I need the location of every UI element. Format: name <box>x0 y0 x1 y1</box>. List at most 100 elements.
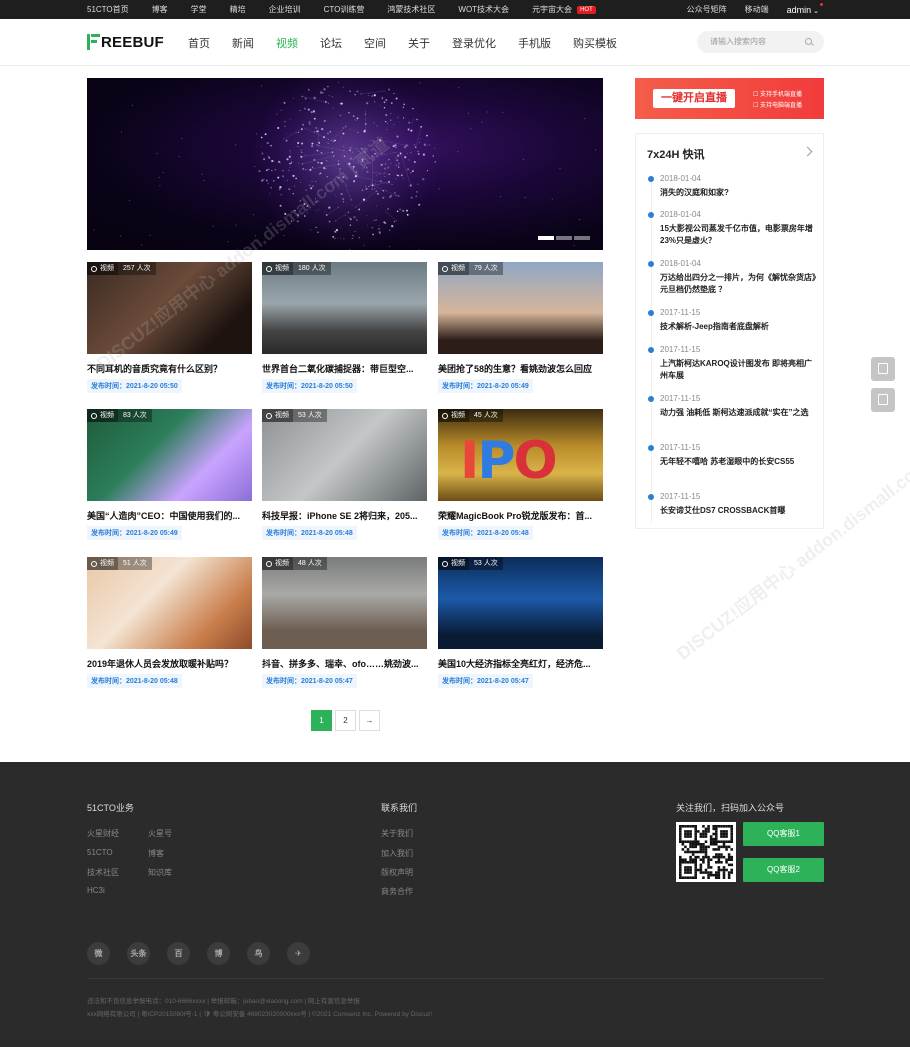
news-item[interactable]: 2017-11-15 无年轻不嘻哈 苏老湿眼中的长安CS55 <box>648 443 818 468</box>
nav-video[interactable]: 视频 <box>276 35 298 51</box>
video-thumbnail[interactable]: 视频 53 人次 <box>262 409 427 501</box>
top-link-metaverse[interactable]: 元宇宙大会 <box>532 4 572 15</box>
news-item[interactable]: 2018-01-04 万达给出四分之一排片，为何《解忧杂货店》元旦档仍然垫底 ？ <box>648 259 818 296</box>
news-title[interactable]: 技术解析-Jeep指南者底盘解析 <box>660 321 818 333</box>
news-date: 2017-11-15 <box>660 345 701 354</box>
news-item[interactable]: 2017-11-15 技术解析-Jeep指南者底盘解析 <box>648 308 818 333</box>
video-card[interactable]: 视频 180 人次 世界首台二氧化碳捕捉器：带巨型空... 发布时间：2021-… <box>262 262 427 393</box>
nav-login-opt[interactable]: 登录优化 <box>452 35 496 51</box>
footer-link[interactable]: 版权声明 <box>381 867 413 878</box>
footer-link[interactable]: 博客 <box>148 848 164 859</box>
top-link-academy[interactable]: 学堂 <box>191 4 207 15</box>
banner-dot[interactable] <box>556 236 572 240</box>
video-card[interactable]: 视频 45 人次 IPO 荣耀MagicBook Pro锐龙版发布：首... 发… <box>438 409 603 540</box>
video-title[interactable]: 科技早报：iPhone SE 2将归来，205... <box>262 509 427 521</box>
news-title[interactable]: 长安谛艾仕DS7 CROSSBACK首曝 <box>660 505 818 517</box>
video-thumbnail[interactable]: 视频 45 人次 IPO <box>438 409 603 501</box>
search-icon[interactable] <box>805 38 812 45</box>
qq-service-1-button[interactable]: QQ客服1 <box>743 822 824 846</box>
video-thumbnail[interactable]: 视频 51 人次 <box>87 557 252 649</box>
video-thumbnail[interactable]: 视频 48 人次 <box>262 557 427 649</box>
news-title[interactable]: 15大影视公司蒸发千亿市值，电影票房年增23%只是虚火？ <box>660 223 818 247</box>
nav-about[interactable]: 关于 <box>408 35 430 51</box>
search-input[interactable]: 请输入搜索内容 <box>697 31 824 53</box>
nav-news[interactable]: 新闻 <box>232 35 254 51</box>
top-link-mobile[interactable]: 移动端 <box>745 4 769 15</box>
footer-link[interactable]: 火星财经 <box>87 828 119 839</box>
nav-home[interactable]: 首页 <box>188 35 210 51</box>
qq-service-2-button[interactable]: QQ客服2 <box>743 858 824 882</box>
top-link-training[interactable]: 精培 <box>230 4 246 15</box>
news-title[interactable]: 上汽斯柯达KAROQ设计图发布 即将亮相广州车展 <box>660 358 818 382</box>
footer-link[interactable]: 商务合作 <box>381 886 413 897</box>
video-card[interactable]: 视频 48 人次 抖音、拼多多、瑞幸、ofo……姚劲波... 发布时间：2021… <box>262 557 427 688</box>
next-page-button[interactable]: → <box>359 710 380 731</box>
video-thumbnail[interactable]: 视频 83 人次 <box>87 409 252 501</box>
edit-icon[interactable] <box>871 357 895 381</box>
video-title[interactable]: 不同耳机的音质究竟有什么区别？ <box>87 362 252 374</box>
news-item[interactable]: 2017-11-15 动力强 油耗低 斯柯达速派成就“实在”之选 <box>648 394 818 419</box>
news-title[interactable]: 万达给出四分之一排片，为何《解忧杂货店》元旦档仍然垫底 ？ <box>660 272 818 296</box>
twitter-icon[interactable]: 鸟 <box>247 942 270 965</box>
video-title[interactable]: 2019年退休人员会发放取暖补贴吗？ <box>87 657 252 669</box>
news-item[interactable]: 2017-11-15 上汽斯柯达KAROQ设计图发布 即将亮相广州车展 <box>648 345 818 382</box>
top-link-harmony[interactable]: 鸿蒙技术社区 <box>387 4 435 15</box>
weibo-icon[interactable]: 博 <box>207 942 230 965</box>
top-link-enterprise[interactable]: 企业培训 <box>269 4 301 15</box>
hero-banner[interactable] <box>87 78 603 250</box>
footer-link[interactable]: HC3i <box>87 886 105 895</box>
video-thumbnail[interactable]: 视频 79 人次 <box>438 262 603 354</box>
news-item[interactable]: 2018-01-04 消失的汉庭和如家? <box>648 174 818 199</box>
top-link-wot[interactable]: WOT技术大会 <box>458 4 509 15</box>
news-item[interactable]: 2017-11-15 长安谛艾仕DS7 CROSSBACK首曝 <box>648 492 818 517</box>
video-card[interactable]: 视频 79 人次 美团抢了58的生意？看姚劲波怎么回应 发布时间：2021-8-… <box>438 262 603 393</box>
news-flash-panel: 7x24H 快讯 2018-01-04 消失的汉庭和如家? 2018-01-04… <box>635 133 824 529</box>
video-title[interactable]: 美国“人造肉”CEO：中国使用我们的... <box>87 509 252 521</box>
nav-buy-template[interactable]: 购买模板 <box>573 35 617 51</box>
footer-link[interactable]: 知识库 <box>148 867 172 878</box>
video-title[interactable]: 美国10大经济指标全亮红灯，经济危... <box>438 657 603 669</box>
user-menu[interactable]: admin ⌄ <box>787 2 824 15</box>
video-title[interactable]: 世界首台二氧化碳捕捉器：带巨型空... <box>262 362 427 374</box>
chevron-right-icon[interactable] <box>802 146 813 157</box>
footer-link[interactable]: 关于我们 <box>381 828 413 839</box>
video-card[interactable]: 视频 257 人次 不同耳机的音质究竟有什么区别？ 发布时间：2021-8-20… <box>87 262 252 393</box>
news-title[interactable]: 动力强 油耗低 斯柯达速派成就“实在”之选 <box>660 407 818 419</box>
page-1-button[interactable]: 1 <box>311 710 332 731</box>
live-stream-ad[interactable]: 一键开启直播 ☐ 支持手机端直播 ☐ 支持电脑端直播 <box>635 78 824 119</box>
footer-link[interactable]: 51CTO <box>87 848 113 857</box>
footer-link[interactable]: 加入我们 <box>381 848 413 859</box>
video-thumbnail[interactable]: 视频 257 人次 <box>87 262 252 354</box>
telegram-icon[interactable]: ✈ <box>287 942 310 965</box>
toutiao-icon[interactable]: 头条 <box>127 942 150 965</box>
live-stream-button[interactable]: 一键开启直播 <box>653 89 735 108</box>
news-title[interactable]: 消失的汉庭和如家? <box>660 187 818 199</box>
top-link-cto[interactable]: CTO训练营 <box>324 4 365 15</box>
video-title[interactable]: 美团抢了58的生意？看姚劲波怎么回应 <box>438 362 603 374</box>
nav-space[interactable]: 空间 <box>364 35 386 51</box>
video-card[interactable]: 视频 83 人次 美国“人造肉”CEO：中国使用我们的... 发布时间：2021… <box>87 409 252 540</box>
nav-forum[interactable]: 论坛 <box>320 35 342 51</box>
video-thumbnail[interactable]: 视频 53 人次 <box>438 557 603 649</box>
baidu-icon[interactable]: 百 <box>167 942 190 965</box>
wechat-icon[interactable]: 微 <box>87 942 110 965</box>
footer-link[interactable]: 技术社区 <box>87 867 119 878</box>
video-card[interactable]: 视频 53 人次 美国10大经济指标全亮红灯，经济危... 发布时间：2021-… <box>438 557 603 688</box>
banner-dot[interactable] <box>574 236 590 240</box>
video-title[interactable]: 抖音、拼多多、瑞幸、ofo……姚劲波... <box>262 657 427 669</box>
footer-link[interactable]: 火星号 <box>148 828 172 839</box>
video-card[interactable]: 视频 51 人次 2019年退休人员会发放取暖补贴吗？ 发布时间：2021-8-… <box>87 557 252 688</box>
video-title[interactable]: 荣耀MagicBook Pro锐龙版发布：首... <box>438 509 603 521</box>
news-title[interactable]: 无年轻不嘻哈 苏老湿眼中的长安CS55 <box>660 456 818 468</box>
page-2-button[interactable]: 2 <box>335 710 356 731</box>
video-thumbnail[interactable]: 视频 180 人次 <box>262 262 427 354</box>
banner-dot[interactable] <box>538 236 554 240</box>
nav-mobile[interactable]: 手机版 <box>518 35 551 51</box>
feedback-icon[interactable] <box>871 388 895 412</box>
site-logo[interactable]: REEBUF <box>87 33 164 51</box>
top-link-blog[interactable]: 博客 <box>152 4 168 15</box>
video-card[interactable]: 视频 53 人次 科技早报：iPhone SE 2将归来，205... 发布时间… <box>262 409 427 540</box>
top-link-51cto[interactable]: 51CTO首页 <box>87 4 129 15</box>
news-item[interactable]: 2018-01-04 15大影视公司蒸发千亿市值，电影票房年增23%只是虚火？ <box>648 210 818 247</box>
top-link-accounts[interactable]: 公众号矩阵 <box>687 4 727 15</box>
